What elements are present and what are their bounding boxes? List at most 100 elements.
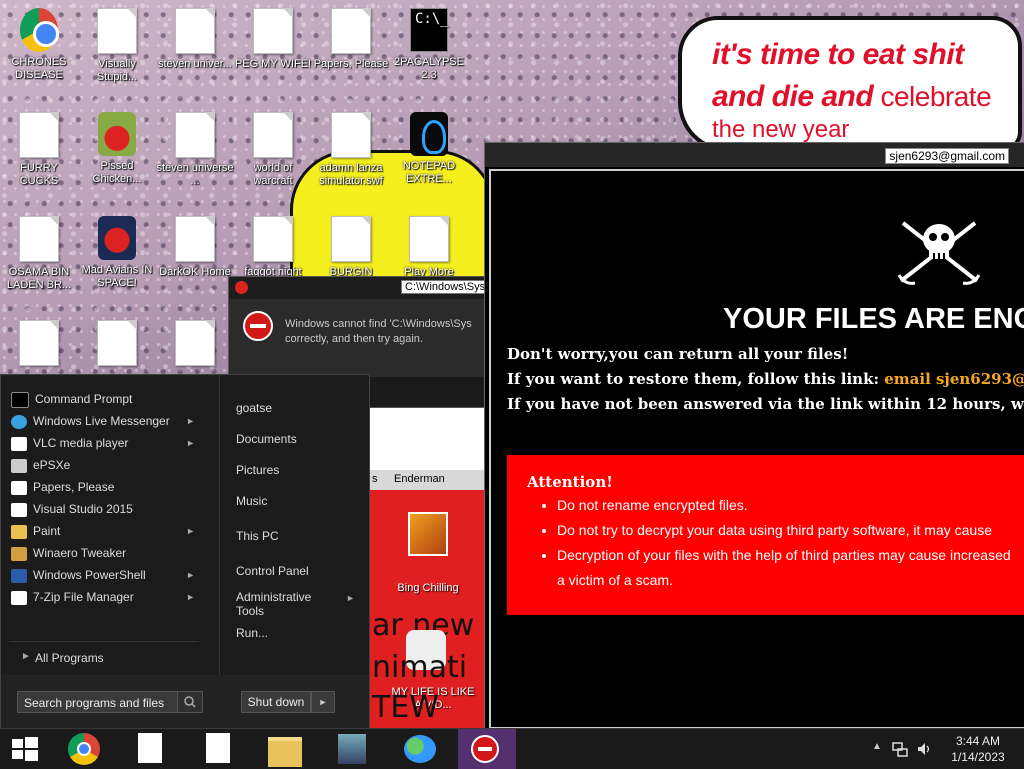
start-button[interactable] bbox=[0, 729, 52, 769]
taskbar-chrome[interactable] bbox=[56, 729, 114, 769]
taskbar-installer[interactable] bbox=[324, 729, 382, 769]
desktop-icon[interactable]: CHRONES DISEASE bbox=[0, 8, 78, 82]
search-input[interactable] bbox=[22, 694, 181, 712]
program-label: VLC media player bbox=[33, 436, 129, 450]
place-admin-tools[interactable]: Administrative Tools ► bbox=[236, 590, 355, 618]
document-icon bbox=[175, 216, 215, 262]
desktop-icon[interactable]: world of warcraft bbox=[234, 112, 312, 188]
place-control-panel[interactable]: Control Panel bbox=[236, 564, 309, 578]
background-window[interactable]: s Enderman Bing Chilling ar new nimati M… bbox=[368, 400, 486, 728]
program-item-command-prompt[interactable]: Command Prompt bbox=[11, 389, 211, 409]
clock[interactable]: 3:44 AM 1/14/2023 bbox=[936, 733, 1020, 765]
place-music[interactable]: Music bbox=[236, 494, 267, 508]
background-window-tabs: s Enderman bbox=[368, 470, 486, 490]
taskbar-explorer[interactable] bbox=[256, 729, 314, 769]
desktop-icon[interactable]: faggot night bbox=[234, 216, 312, 279]
taskbar-error-app[interactable] bbox=[458, 729, 516, 769]
chrome-icon bbox=[68, 733, 100, 765]
desktop-icon[interactable]: Pissed Chicken... bbox=[78, 112, 156, 186]
desktop-icon[interactable]: PEG MY WIFE! bbox=[234, 8, 312, 71]
document-icon bbox=[97, 8, 137, 54]
desktop-icon[interactable] bbox=[0, 320, 78, 370]
search-icon[interactable] bbox=[177, 692, 202, 712]
desktop-icon[interactable]: Play More bbox=[390, 216, 468, 279]
program-item-epsxe[interactable]: ePSXe bbox=[11, 455, 211, 475]
bubble-line2a: and die and bbox=[712, 80, 874, 113]
program-label: Windows PowerShell bbox=[33, 568, 146, 582]
attention-item-continued: a victim of a scam. bbox=[557, 572, 673, 588]
taskbar-document-2[interactable] bbox=[190, 729, 248, 769]
program-item-winaero[interactable]: Winaero Tweaker bbox=[11, 543, 211, 563]
taskbar-messenger[interactable] bbox=[392, 729, 450, 769]
program-label: Visual Studio 2015 bbox=[33, 502, 133, 516]
start-menu[interactable]: Command Prompt Windows Live Messenger ► V… bbox=[0, 374, 370, 728]
shutdown-options-button[interactable]: ► bbox=[311, 691, 335, 713]
program-item-paint[interactable]: Paint ► bbox=[11, 521, 211, 541]
desktop-icon[interactable]: OSAMA BIN LADEN BR... bbox=[0, 216, 78, 292]
windows-logo-icon bbox=[12, 737, 38, 761]
ransom-email-link[interactable]: email sjen6293@gmail.co bbox=[884, 370, 1024, 388]
program-label: Winaero Tweaker bbox=[33, 546, 127, 560]
document-icon bbox=[11, 502, 27, 517]
desktop-icon[interactable]: Mad Avians IN SPACE! bbox=[78, 216, 156, 290]
bing-chilling-icon[interactable] bbox=[408, 512, 448, 556]
bubble-line3: the new year bbox=[712, 116, 850, 143]
ransom-title: YOUR FILES ARE ENC bbox=[723, 303, 1024, 335]
taskbar: ▲ 3:44 AM 1/14/2023 bbox=[0, 728, 1024, 769]
desktop-icon[interactable]: Visually Stupid... bbox=[78, 8, 156, 84]
paint-icon bbox=[11, 524, 27, 539]
place-pictures[interactable]: Pictures bbox=[236, 463, 279, 477]
desktop-icon[interactable]: steven univer... bbox=[156, 8, 234, 71]
tab-partial[interactable]: s bbox=[372, 473, 378, 485]
desktop-icon-label: DarkOK Home bbox=[159, 266, 231, 278]
desktop-icon-label: adamn lanza simulator.swf bbox=[319, 162, 383, 187]
ransom-titlebar[interactable]: sjen6293@gmail.com bbox=[485, 143, 1024, 167]
desktop-icon[interactable]: DarkOK Home bbox=[156, 216, 234, 279]
desktop-icon[interactable]: BURGIN bbox=[312, 216, 390, 279]
program-item-papers-please[interactable]: Papers, Please bbox=[11, 477, 211, 497]
desktop-icon[interactable] bbox=[78, 320, 156, 370]
place-this-pc[interactable]: This PC bbox=[236, 529, 279, 543]
program-item-powershell[interactable]: Windows PowerShell ► bbox=[11, 565, 211, 585]
desktop-icon[interactable]: FURRY CUCKS bbox=[0, 112, 78, 188]
program-item-vlc[interactable]: VLC media player ► bbox=[11, 433, 211, 453]
error-dialog-titlebar[interactable]: C:\Windows\Sys bbox=[229, 277, 493, 299]
tab-enderman[interactable]: Enderman bbox=[394, 473, 445, 485]
winaero-icon bbox=[11, 546, 27, 561]
desktop-icon[interactable]: Papers, Please bbox=[312, 8, 390, 71]
ransom-window[interactable]: sjen6293@gmail.com YOUR FILES ARE ENC Do… bbox=[484, 142, 1024, 728]
taskbar-document-1[interactable] bbox=[122, 729, 180, 769]
program-item-7zip[interactable]: 7-Zip File Manager ► bbox=[11, 587, 211, 607]
error-message-line2: correctly, and then try again. bbox=[285, 333, 423, 345]
desktop-icon[interactable] bbox=[156, 320, 234, 370]
show-hidden-icons[interactable]: ▲ bbox=[872, 741, 882, 752]
place-user[interactable]: goatse bbox=[236, 401, 272, 415]
network-icon[interactable] bbox=[892, 741, 908, 757]
shutdown-button[interactable]: Shut down bbox=[241, 691, 311, 713]
document-icon bbox=[97, 320, 137, 366]
red-text-2: nimati bbox=[372, 650, 468, 685]
error-icon bbox=[243, 311, 273, 341]
error-message: Windows cannot find 'C:\Windows\Sys corr… bbox=[285, 317, 485, 347]
document-icon bbox=[409, 216, 449, 262]
program-label: 7-Zip File Manager bbox=[33, 590, 134, 604]
chrome-icon bbox=[20, 8, 59, 52]
program-label: Windows Live Messenger bbox=[33, 414, 170, 428]
desktop-icon[interactable]: adamn lanza simulator.swf bbox=[312, 112, 390, 188]
command-prompt-icon: C:\_ bbox=[410, 8, 449, 52]
desktop: it's time to eat shit and die and celebr… bbox=[0, 0, 1024, 728]
place-documents[interactable]: Documents bbox=[236, 432, 297, 446]
program-item-visual-studio[interactable]: Visual Studio 2015 bbox=[11, 499, 211, 519]
desktop-icon[interactable]: NOTEPAD EXTRE... bbox=[390, 112, 468, 186]
all-programs-button[interactable]: All Programs bbox=[35, 651, 104, 665]
program-item-messenger[interactable]: Windows Live Messenger ► bbox=[11, 411, 211, 431]
ransom-line2: If you want to restore them, follow this… bbox=[507, 370, 1024, 388]
volume-icon[interactable] bbox=[916, 741, 932, 757]
desktop-icon[interactable]: steven universe ... bbox=[156, 112, 234, 188]
powershell-icon bbox=[11, 568, 27, 583]
messenger-icon bbox=[11, 414, 27, 429]
notepad-icon bbox=[410, 112, 448, 156]
search-box[interactable] bbox=[17, 691, 203, 713]
desktop-icon[interactable]: C:\_ 2PACALYPSE 2.3 bbox=[390, 8, 468, 82]
place-run[interactable]: Run... bbox=[236, 626, 268, 640]
